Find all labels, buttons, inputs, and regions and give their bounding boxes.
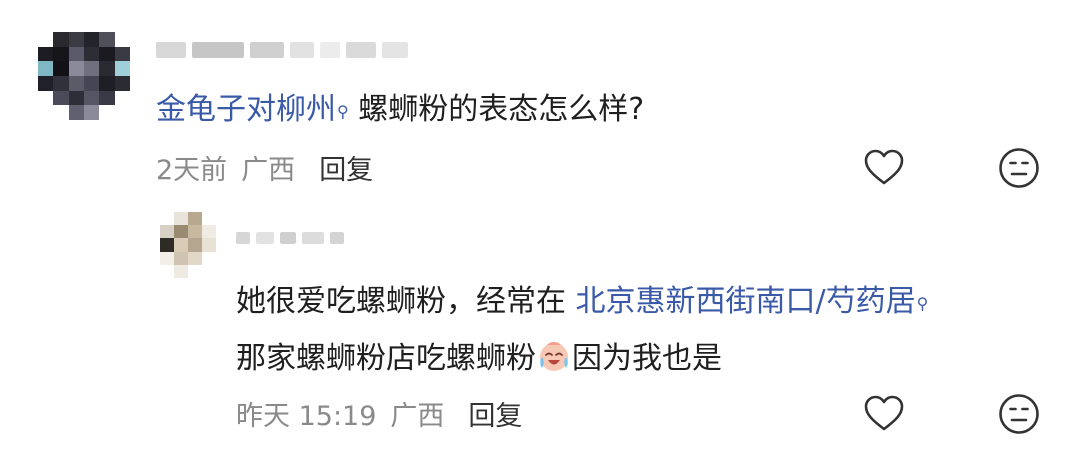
reply-avatar[interactable] [160, 212, 216, 278]
search-icon[interactable]: ⚲ [917, 294, 929, 313]
neutral-face-icon[interactable] [997, 146, 1041, 190]
reply-button[interactable]: 回复 [468, 401, 522, 432]
reply-text-line2: 那家螺蛳粉店吃螺蛳粉 因为我也是 [236, 338, 722, 379]
heart-icon[interactable] [862, 392, 906, 436]
heart-icon[interactable] [862, 146, 906, 190]
reply-meta: 昨天 15:19 广西 回复 [236, 394, 522, 433]
location-link[interactable]: 北京惠新西街南口/芍药居 [576, 284, 916, 319]
reply-button[interactable]: 回复 [319, 155, 373, 186]
reply-username-blurred[interactable] [236, 232, 344, 244]
search-icon[interactable]: ⚲ [337, 102, 349, 121]
avatar[interactable] [38, 32, 130, 120]
reply-text-prefix: 她很爱吃螺蛳粉，经常在 [236, 284, 566, 319]
reply-text-before-emoji: 那家螺蛳粉店吃螺蛳粉 [236, 341, 536, 376]
username-blurred[interactable] [156, 42, 408, 58]
neutral-face-icon[interactable] [997, 392, 1041, 436]
reply-text-after-emoji: 因为我也是 [572, 341, 722, 376]
comment-time: 2天前 [156, 155, 228, 186]
search-link[interactable]: 金龟子对柳州 [156, 92, 336, 127]
comment-location: 广西 [241, 155, 296, 186]
reply-location: 广西 [390, 401, 445, 432]
crying-laughing-face-emoji [540, 342, 568, 371]
reply-time: 昨天 15:19 [236, 401, 377, 432]
comment-text: 金龟子对柳州⚲ 螺蛳粉的表态怎么样? [156, 90, 644, 130]
comment-text-rest: 螺蛳粉的表态怎么样? [358, 92, 645, 127]
comment-meta: 2天前 广西 回复 [156, 148, 373, 187]
reply-text-line1: 她很爱吃螺蛳粉，经常在 北京惠新西街南口/芍药居⚲ [236, 282, 928, 322]
